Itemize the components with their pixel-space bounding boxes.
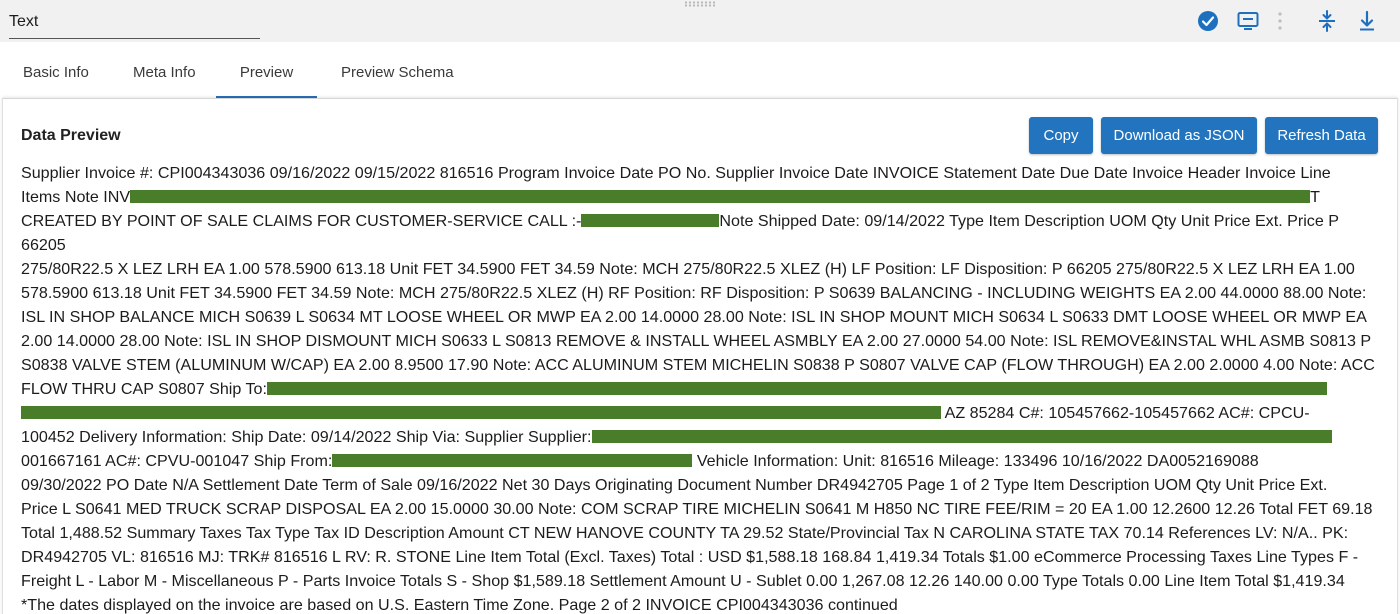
monitor-icon[interactable] — [1237, 10, 1259, 32]
top-bar — [0, 0, 1400, 42]
text-line: CREATED BY POINT OF SALE CLAIMS FOR CUST… — [21, 212, 1339, 254]
text-line: 100452 Delivery Information: Ship Date: … — [21, 425, 1383, 449]
text-line: Items Note INV T — [21, 188, 1320, 206]
check-circle-icon[interactable] — [1197, 10, 1219, 32]
tab-preview-schema[interactable]: Preview Schema — [341, 42, 454, 98]
text-line: 2.00 14.0000 28.00 Note: ISL IN SHOP DIS… — [21, 332, 1372, 350]
redacted-block — [581, 214, 720, 227]
text-line: S0838 VALVE STEM (ALUMINUM W/CAP) EA 2.0… — [21, 356, 1375, 374]
drag-handle[interactable] — [684, 1, 716, 7]
text-line: AZ 85284 C#: 105457662-105457662 AC#: CP… — [21, 401, 1383, 425]
title-input[interactable] — [9, 9, 260, 39]
copy-button[interactable]: Copy — [1029, 117, 1093, 154]
text-line: *The dates displayed on the invoice are … — [21, 596, 898, 614]
tab-preview[interactable]: Preview — [216, 42, 317, 98]
redacted-block — [130, 190, 1311, 203]
text-line: 275/80R22.5 X LEZ LRH EA 1.00 578.5900 6… — [21, 260, 1355, 278]
tab-meta-info[interactable]: Meta Info — [133, 42, 196, 98]
redacted-block — [266, 382, 1327, 395]
tab-bar: Basic Info Meta Info Preview Preview Sch… — [0, 42, 1400, 98]
download-json-button[interactable]: Download as JSON — [1101, 117, 1257, 154]
download-icon[interactable] — [1356, 10, 1378, 32]
redacted-block — [21, 406, 941, 419]
text-line: Total 1,488.52 Summary Taxes Tax Type Ta… — [21, 524, 1349, 542]
text-line: DR4942705 VL: 816516 MJ: TRK# 816516 L R… — [21, 548, 1359, 566]
data-preview-panel: Data Preview Copy Download as JSON Refre… — [2, 98, 1398, 614]
panel-title: Data Preview — [21, 127, 121, 144]
redacted-block — [591, 430, 1332, 443]
more-vertical-icon[interactable] — [1269, 10, 1291, 32]
text-line: FLOW THRU CAP S0807 Ship To: — [21, 377, 1383, 401]
collapse-vertical-icon[interactable] — [1316, 10, 1338, 32]
preview-text: Supplier Invoice #: CPI004343036 09/16/2… — [21, 161, 1383, 614]
text-line: 001667161 AC#: CPVU-001047 Ship From: Ve… — [21, 452, 1259, 470]
refresh-data-button[interactable]: Refresh Data — [1265, 117, 1378, 154]
text-line: Price L S0641 MED TRUCK SCRAP DISPOSAL E… — [21, 500, 1373, 518]
text-line: ISL IN SHOP BALANCE MICH S0639 L S0634 M… — [21, 308, 1367, 326]
text-line: 09/30/2022 PO Date N/A Settlement Date T… — [21, 476, 1328, 494]
text-line: Supplier Invoice #: CPI004343036 09/16/2… — [21, 164, 1331, 182]
text-line: 578.5900 613.18 Unit FET 34.5900 FET 34.… — [21, 284, 1367, 302]
tab-basic-info[interactable]: Basic Info — [23, 42, 89, 98]
text-line: Freight L - Labor M - Miscellaneous P - … — [21, 572, 1345, 590]
redacted-block — [332, 454, 693, 467]
